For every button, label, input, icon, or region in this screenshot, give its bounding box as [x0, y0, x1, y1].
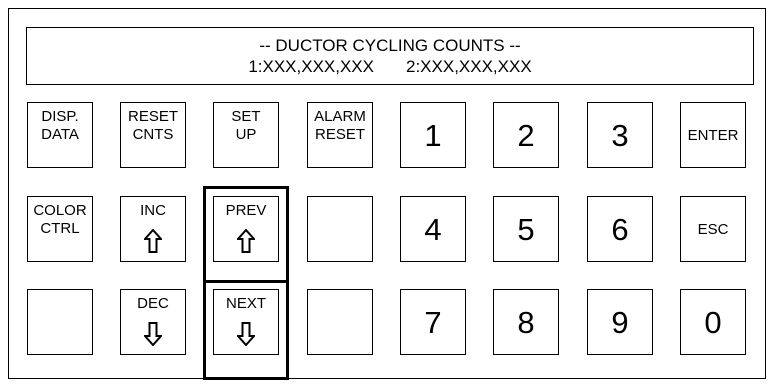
up-arrow-icon	[144, 229, 162, 253]
count-2: 2:XXX,XXX,XXX	[406, 57, 532, 76]
down-arrow-icon	[237, 322, 255, 346]
inc-label: INC	[140, 202, 166, 219]
alarm-reset-label: ALARM RESET	[314, 108, 366, 143]
up-arrow-icon	[237, 229, 255, 253]
blank-key-row3-right[interactable]	[307, 289, 373, 355]
digit-0-button[interactable]: 0	[680, 289, 746, 355]
count-1: 1:XXX,XXX,XXX	[248, 57, 374, 76]
digit-6-button[interactable]: 6	[587, 196, 653, 262]
disp-data-label: DISP. DATA	[41, 108, 79, 143]
prev-label: PREV	[225, 202, 267, 219]
esc-label: ESC	[697, 221, 729, 238]
digit-5-label: 5	[517, 212, 535, 247]
blank-key-row2[interactable]	[307, 196, 373, 262]
digit-6-label: 6	[611, 212, 629, 247]
dec-label: DEC	[137, 295, 169, 312]
digit-3-label: 3	[611, 118, 629, 153]
enter-button[interactable]: ENTER	[680, 102, 746, 168]
set-up-label: SET UP	[231, 108, 261, 143]
digit-7-label: 7	[424, 305, 442, 340]
color-ctrl-label: COLOR CTRL	[33, 202, 87, 237]
digit-4-button[interactable]: 4	[400, 196, 466, 262]
next-button[interactable]: NEXT	[213, 289, 279, 355]
color-ctrl-button[interactable]: COLOR CTRL	[27, 196, 93, 262]
prev-button[interactable]: PREV	[213, 196, 279, 262]
digit-9-button[interactable]: 9	[587, 289, 653, 355]
digit-0-label: 0	[704, 305, 722, 340]
set-up-button[interactable]: SET UP	[213, 102, 279, 168]
digit-1-button[interactable]: 1	[400, 102, 466, 168]
disp-data-button[interactable]: DISP. DATA	[27, 102, 93, 168]
digit-7-button[interactable]: 7	[400, 289, 466, 355]
enter-label: ENTER	[687, 127, 739, 144]
digit-4-label: 4	[424, 212, 442, 247]
digit-9-label: 9	[611, 305, 629, 340]
digit-2-button[interactable]: 2	[493, 102, 559, 168]
next-label: NEXT	[225, 295, 266, 312]
down-arrow-icon	[144, 322, 162, 346]
digit-3-button[interactable]: 3	[587, 102, 653, 168]
reset-cnts-label: RESET CNTS	[127, 108, 178, 143]
alarm-reset-button[interactable]: ALARM RESET	[307, 102, 373, 168]
lcd-display: -- DUCTOR CYCLING COUNTS -- 1:XXX,XXX,XX…	[26, 27, 754, 85]
reset-cnts-button[interactable]: RESET CNTS	[120, 102, 186, 168]
inc-button[interactable]: INC	[120, 196, 186, 262]
digit-8-button[interactable]: 8	[493, 289, 559, 355]
display-title: -- DUCTOR CYCLING COUNTS --	[259, 36, 521, 55]
dec-button[interactable]: DEC	[120, 289, 186, 355]
digit-1-label: 1	[424, 118, 442, 153]
esc-button[interactable]: ESC	[680, 196, 746, 262]
display-counts: 1:XXX,XXX,XXX 2:XXX,XXX,XXX	[27, 56, 753, 77]
digit-5-button[interactable]: 5	[493, 196, 559, 262]
digit-8-label: 8	[517, 305, 535, 340]
blank-key-row3-left[interactable]	[27, 289, 93, 355]
digit-2-label: 2	[517, 118, 535, 153]
